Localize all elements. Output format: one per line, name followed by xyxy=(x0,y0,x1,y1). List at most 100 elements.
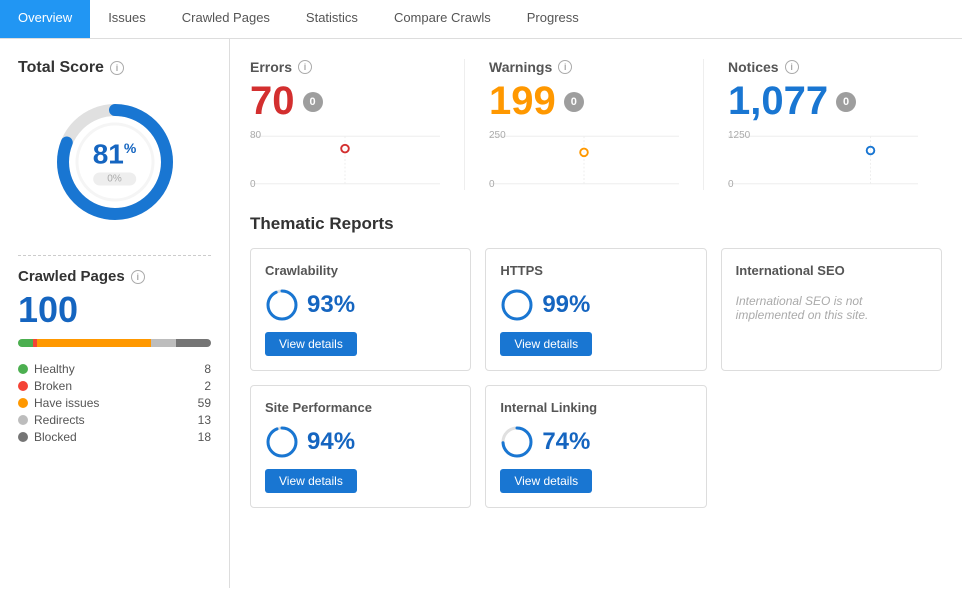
legend-label-healthy: Healthy xyxy=(34,362,75,376)
view-details-button-site-performance[interactable]: View details xyxy=(265,469,357,493)
report-score-value-crawlability: 93% xyxy=(307,291,355,319)
progress-segment-healthy xyxy=(18,339,33,347)
errors-sparkline: 80 0 xyxy=(250,130,440,190)
legend-dot-healthy xyxy=(18,364,28,374)
warnings-spark-bottom: 0 xyxy=(489,179,495,190)
legend: Healthy 8 Broken 2 Have issues 59 Redire… xyxy=(18,359,211,447)
view-details-button-internal-linking[interactable]: View details xyxy=(500,469,592,493)
view-details-button-https[interactable]: View details xyxy=(500,332,592,356)
report-title-international-seo: International SEO xyxy=(736,263,927,278)
legend-item-have-issues: Have issues 59 xyxy=(18,396,211,410)
errors-badge: 0 xyxy=(303,92,323,112)
total-score-label: Total Score xyxy=(18,59,104,77)
legend-dot-have-issues xyxy=(18,398,28,408)
report-score-crawlability: 93% xyxy=(265,288,456,322)
legend-dot-broken xyxy=(18,381,28,391)
nav-tab-crawled-pages[interactable]: Crawled Pages xyxy=(164,0,288,38)
report-card-site-performance: Site Performance 94% View details xyxy=(250,385,471,508)
progress-segment-redirects xyxy=(151,339,176,347)
report-score-site-performance: 94% xyxy=(265,425,456,459)
legend-count-healthy: 8 xyxy=(204,362,211,376)
legend-item-broken: Broken 2 xyxy=(18,379,211,393)
crawled-count: 100 xyxy=(18,289,211,331)
notices-label: Notices xyxy=(728,59,779,75)
legend-item-healthy: Healthy 8 xyxy=(18,362,211,376)
progress-segment-have-issues xyxy=(37,339,151,347)
legend-dot-blocked xyxy=(18,432,28,442)
total-score-header: Total Score i xyxy=(18,59,211,77)
panel-divider xyxy=(18,255,211,256)
errors-info-icon[interactable]: i xyxy=(298,60,312,74)
legend-count-have-issues: 59 xyxy=(198,396,211,410)
crawled-info-icon[interactable]: i xyxy=(131,270,145,284)
nav-tab-issues[interactable]: Issues xyxy=(90,0,164,38)
legend-item-blocked: Blocked 18 xyxy=(18,430,211,444)
legend-count-redirects: 13 xyxy=(198,413,211,427)
nav-tab-statistics[interactable]: Statistics xyxy=(288,0,376,38)
crawled-pages-label: Crawled Pages xyxy=(18,268,125,285)
report-card-crawlability: Crawlability 93% View details xyxy=(250,248,471,371)
report-donut-site-performance xyxy=(265,425,299,459)
report-title-internal-linking: Internal Linking xyxy=(500,400,691,415)
view-details-button-crawlability[interactable]: View details xyxy=(265,332,357,356)
progress-segment-blocked xyxy=(176,339,211,347)
crawled-pages-header: Crawled Pages i xyxy=(18,268,211,285)
report-score-value-internal-linking: 74% xyxy=(542,428,590,456)
notices-metric: Notices i 1,077 0 1250 0 xyxy=(703,59,942,190)
warnings-metric: Warnings i 199 0 250 0 xyxy=(464,59,703,190)
legend-dot-redirects xyxy=(18,415,28,425)
errors-value: 70 xyxy=(250,79,295,124)
legend-item-redirects: Redirects 13 xyxy=(18,413,211,427)
errors-spark-svg xyxy=(250,130,440,190)
legend-count-broken: 2 xyxy=(204,379,211,393)
report-donut-internal-linking xyxy=(500,425,534,459)
warnings-info-icon[interactable]: i xyxy=(558,60,572,74)
notices-spark-bottom: 0 xyxy=(728,179,734,190)
legend-label-redirects: Redirects xyxy=(34,413,85,427)
report-title-crawlability: Crawlability xyxy=(265,263,456,278)
errors-spark-bottom: 0 xyxy=(250,179,256,190)
reports-grid: Crawlability 93% View details HTTPS 99% … xyxy=(250,248,942,508)
metrics-row: Errors i 70 0 80 0 xyxy=(250,59,942,190)
left-panel: Total Score i 81% 0% xyxy=(0,39,230,588)
notices-info-icon[interactable]: i xyxy=(785,60,799,74)
crawled-progress-bar xyxy=(18,339,211,347)
nav-tab-progress[interactable]: Progress xyxy=(509,0,597,38)
thematic-section: Thematic Reports Crawlability 93% View d… xyxy=(250,214,942,508)
legend-count-blocked: 18 xyxy=(198,430,211,444)
warnings-value: 199 xyxy=(489,79,556,124)
report-score-internal-linking: 74% xyxy=(500,425,691,459)
nav-tab-overview[interactable]: Overview xyxy=(0,0,90,38)
report-card-international-seo: International SEO International SEO is no… xyxy=(721,248,942,371)
nav-tabs: OverviewIssuesCrawled PagesStatisticsCom… xyxy=(0,0,962,39)
warnings-spark-top: 250 xyxy=(489,130,506,141)
warnings-badge: 0 xyxy=(564,92,584,112)
report-donut-crawlability xyxy=(265,288,299,322)
legend-label-have-issues: Have issues xyxy=(34,396,99,410)
report-score-value-site-performance: 94% xyxy=(307,428,355,456)
notices-sparkline: 1250 0 xyxy=(728,130,918,190)
thematic-title: Thematic Reports xyxy=(250,214,942,234)
report-title-https: HTTPS xyxy=(500,263,691,278)
report-donut-https xyxy=(500,288,534,322)
donut-chart: 81% 0% xyxy=(18,97,211,227)
report-card-internal-linking: Internal Linking 74% View details xyxy=(485,385,706,508)
notices-spark-top: 1250 xyxy=(728,130,750,141)
warnings-spark-svg xyxy=(489,130,679,190)
notices-value: 1,077 xyxy=(728,79,828,124)
score-value: 81% xyxy=(93,139,137,171)
errors-spark-top: 80 xyxy=(250,130,261,141)
right-panel: Errors i 70 0 80 0 xyxy=(230,39,962,588)
total-score-info-icon[interactable]: i xyxy=(110,61,124,75)
report-title-site-performance: Site Performance xyxy=(265,400,456,415)
legend-label-blocked: Blocked xyxy=(34,430,77,444)
notices-badge: 0 xyxy=(836,92,856,112)
report-note-international-seo: International SEO is not implemented on … xyxy=(736,294,927,322)
legend-label-broken: Broken xyxy=(34,379,72,393)
score-sub: 0% xyxy=(93,173,137,186)
warnings-sparkline: 250 0 xyxy=(489,130,679,190)
notices-spark-svg xyxy=(728,130,918,190)
nav-tab-compare-crawls[interactable]: Compare Crawls xyxy=(376,0,509,38)
errors-metric: Errors i 70 0 80 0 xyxy=(250,59,464,190)
report-score-value-https: 99% xyxy=(542,291,590,319)
